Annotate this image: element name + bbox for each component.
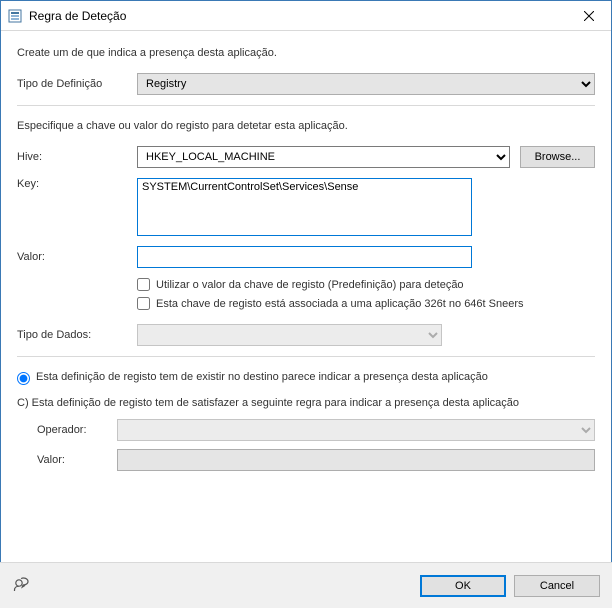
dialog-footer: OK Cancel [0,562,612,608]
valor-label: Valor: [17,251,137,263]
use-default-label: Utilizar o valor da chave de registo (Pr… [156,279,464,291]
associated-label: Esta chave de registo está associada a u… [156,298,524,310]
definition-type-select[interactable]: Registry [137,73,595,95]
intro-text: Create um de que indica a presença desta… [17,47,595,59]
data-type-label: Tipo de Dados: [17,329,137,341]
operator-select [117,419,595,441]
hive-label: Hive: [17,151,137,163]
operator-label: Operador: [37,424,117,436]
valor-input[interactable] [137,246,472,268]
rule-valor-input [117,449,595,471]
close-button[interactable] [567,1,611,31]
data-type-select [137,324,442,346]
key-label: Key: [17,178,137,190]
browse-button[interactable]: Browse... [520,146,595,168]
dialog-content: Create um de que indica a presença desta… [1,31,611,471]
use-default-checkbox[interactable] [137,278,150,291]
titlebar: Regra de Deteção [1,1,611,31]
radio-rule-label: C) Esta definição de registo tem de sati… [17,397,595,409]
cancel-button[interactable]: Cancel [514,575,600,597]
window-title: Regra de Deteção [29,9,567,23]
radio-exist-label: Esta definição de registo tem de existir… [36,371,595,383]
key-input[interactable]: SYSTEM\CurrentControlSet\Services\Sense [137,178,472,236]
radio-exist[interactable] [17,372,30,385]
rule-valor-label: Valor: [37,454,117,466]
section-registry-label: Especifique a chave ou valor do registo … [17,120,595,132]
associated-checkbox[interactable] [137,297,150,310]
hive-select[interactable]: HKEY_LOCAL_MACHINE [137,146,510,168]
definition-type-label: Tipo de Definição [17,78,137,90]
divider-1 [17,105,595,106]
feedback-icon[interactable] [12,576,32,596]
ok-button[interactable]: OK [420,575,506,597]
divider-2 [17,356,595,357]
app-icon [7,8,23,24]
